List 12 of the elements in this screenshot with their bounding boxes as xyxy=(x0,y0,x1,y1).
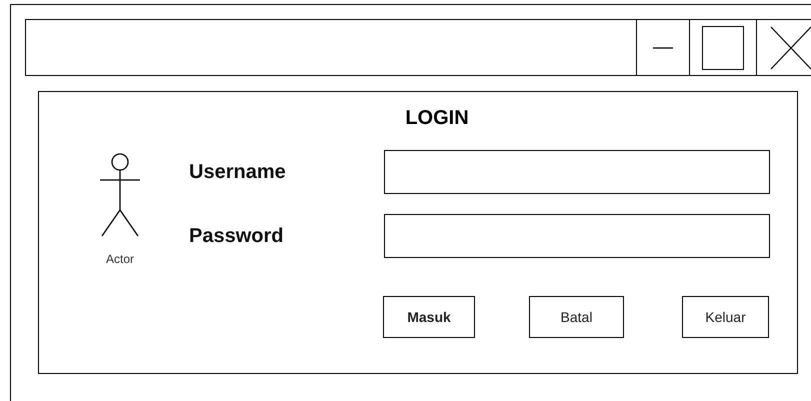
field-label: Password xyxy=(189,224,284,249)
maximize-icon xyxy=(702,26,744,70)
action-button[interactable]: Keluar xyxy=(682,296,769,338)
form-title: LOGIN xyxy=(405,106,469,130)
field-label: Username xyxy=(189,160,287,185)
action-button[interactable]: Batal xyxy=(529,296,624,338)
action-button[interactable]: Masuk xyxy=(383,296,475,338)
input-field[interactable] xyxy=(384,150,770,194)
minimize-icon xyxy=(653,46,673,50)
input-field[interactable] xyxy=(384,214,770,258)
actor-label: Actor xyxy=(106,251,134,268)
close-button[interactable] xyxy=(756,20,811,75)
